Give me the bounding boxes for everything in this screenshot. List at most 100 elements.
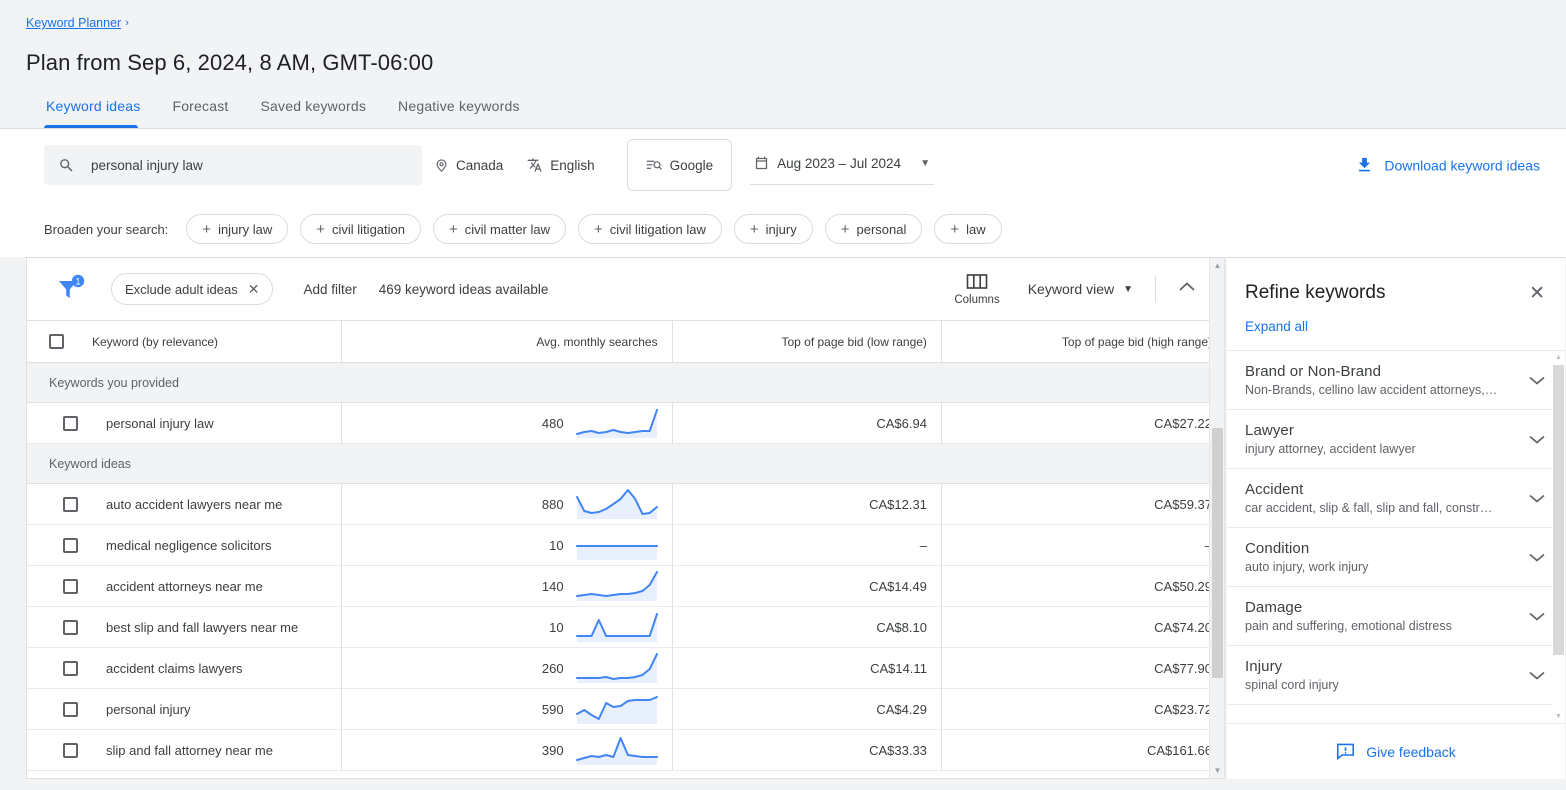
scroll-down-arrow-icon[interactable]: ▼ — [1552, 710, 1565, 723]
row-checkbox[interactable] — [63, 702, 78, 717]
tab-bar: Keyword ideas Forecast Saved keywords Ne… — [26, 98, 1566, 128]
row-checkbox[interactable] — [63, 497, 78, 512]
refine-category-injury[interactable]: Injury spinal cord injury — [1227, 646, 1565, 705]
close-icon[interactable]: ✕ — [1527, 282, 1547, 305]
search-input[interactable] — [89, 157, 408, 174]
searches-sparkline — [576, 651, 658, 685]
date-range-label: Aug 2023 – Jul 2024 — [777, 156, 901, 171]
breadcrumb-chevron-icon: › — [125, 17, 129, 29]
cell-bid-low: CA$14.49 — [672, 566, 941, 607]
scrollbar-thumb[interactable] — [1212, 428, 1223, 678]
table-row[interactable]: personal injury law 480 CA$6.94 CA$27.22 — [27, 403, 1225, 444]
plus-icon: + — [750, 222, 759, 237]
row-checkbox[interactable] — [63, 661, 78, 676]
searches-sparkline — [576, 610, 658, 644]
keyword-text: medical negligence solicitors — [106, 538, 271, 553]
keyword-view-selector[interactable]: Keyword view ▼ — [1012, 281, 1149, 297]
download-keyword-ideas-button[interactable]: Download keyword ideas — [1355, 156, 1540, 175]
table-row[interactable]: slip and fall attorney near me 390 CA$33… — [27, 730, 1225, 771]
avg-searches-value: 140 — [542, 579, 564, 594]
broaden-chip-law[interactable]: +law — [934, 214, 1001, 244]
chevron-down-icon[interactable] — [1527, 374, 1547, 386]
refine-vertical-scrollbar[interactable]: ▲ ▼ — [1552, 351, 1565, 723]
keyword-search-box[interactable] — [44, 145, 422, 185]
collapse-panel-button[interactable] — [1162, 280, 1212, 298]
page-title: Plan from Sep 6, 2024, 8 AM, GMT-06:00 — [26, 50, 1566, 76]
columns-icon — [966, 273, 988, 291]
table-row[interactable]: accident attorneys near me 140 CA$14.49 … — [27, 566, 1225, 607]
scrollbar-thumb[interactable] — [1553, 365, 1564, 655]
chevron-down-icon[interactable] — [1527, 669, 1547, 681]
cell-bid-low: CA$6.94 — [672, 403, 941, 444]
cell-bid-high: CA$77.90 — [941, 648, 1225, 689]
broaden-search-row: Broaden your search: +injury law +civil … — [0, 201, 1566, 257]
table-vertical-scrollbar[interactable]: ▲ ▼ — [1209, 258, 1224, 778]
keyword-text: personal injury law — [106, 416, 214, 431]
give-feedback-button[interactable]: Give feedback — [1227, 723, 1565, 779]
location-selector[interactable]: Canada — [422, 145, 515, 185]
chevron-down-icon: ▼ — [920, 158, 930, 169]
table-row[interactable]: accident claims lawyers 260 CA$14.11 CA$… — [27, 648, 1225, 689]
search-network-icon — [646, 158, 663, 173]
row-checkbox[interactable] — [63, 538, 78, 553]
group-header-row: Keyword ideas — [27, 444, 1225, 484]
refine-category-lawyer[interactable]: Lawyer injury attorney, accident lawyer — [1227, 410, 1565, 469]
cell-keyword: personal injury law — [27, 403, 342, 444]
cell-avg-searches: 260 — [342, 648, 672, 689]
scroll-up-arrow-icon[interactable]: ▲ — [1210, 258, 1225, 273]
chevron-down-icon[interactable] — [1527, 610, 1547, 622]
language-selector[interactable]: English — [515, 145, 606, 185]
expand-all-link[interactable]: Expand all — [1227, 305, 1565, 350]
select-all-checkbox[interactable] — [49, 334, 64, 349]
col-header-keyword: Keyword (by relevance) — [27, 321, 342, 363]
broaden-chip-personal[interactable]: +personal — [825, 214, 923, 244]
plus-icon: + — [841, 222, 850, 237]
scroll-up-arrow-icon[interactable]: ▲ — [1552, 351, 1565, 364]
broaden-chip-civil-matter-law[interactable]: +civil matter law — [433, 214, 566, 244]
broaden-chip-injury-law[interactable]: +injury law — [186, 214, 288, 244]
remove-filter-icon[interactable]: ✕ — [248, 282, 260, 296]
refine-category-brand-or-non-brand[interactable]: Brand or Non-Brand Non-Brands, cellino l… — [1227, 351, 1565, 410]
table-row[interactable]: best slip and fall lawyers near me 10 CA… — [27, 607, 1225, 648]
row-checkbox[interactable] — [63, 416, 78, 431]
cell-bid-low: CA$4.29 — [672, 689, 941, 730]
columns-button[interactable]: Columns — [942, 273, 1011, 306]
broaden-chip-civil-litigation[interactable]: +civil litigation — [300, 214, 421, 244]
chevron-down-icon[interactable] — [1527, 551, 1547, 563]
network-selector[interactable]: Google — [627, 139, 733, 191]
category-subtitle: injury attorney, accident lawyer — [1245, 442, 1517, 456]
row-checkbox[interactable] — [63, 743, 78, 758]
keyword-text: personal injury — [106, 702, 191, 717]
active-filter-chip[interactable]: Exclude adult ideas ✕ — [111, 273, 273, 305]
tab-negative-keywords[interactable]: Negative keywords — [382, 98, 536, 128]
refine-category-condition[interactable]: Condition auto injury, work injury — [1227, 528, 1565, 587]
breadcrumb-keyword-planner-link[interactable]: Keyword Planner — [26, 16, 121, 30]
category-subtitle: Non-Brands, cellino law accident attorne… — [1245, 383, 1517, 397]
tab-keyword-ideas[interactable]: Keyword ideas — [26, 98, 156, 128]
tab-saved-keywords[interactable]: Saved keywords — [245, 98, 383, 128]
chevron-down-icon[interactable] — [1527, 433, 1547, 445]
col-header-avg-monthly-searches: Avg. monthly searches — [342, 321, 672, 363]
chevron-down-icon[interactable] — [1527, 492, 1547, 504]
category-subtitle: car accident, slip & fall, slip and fall… — [1245, 501, 1517, 515]
broaden-chip-injury[interactable]: +injury — [734, 214, 813, 244]
table-row[interactable]: medical negligence solicitors 10 – – — [27, 525, 1225, 566]
filter-funnel-icon[interactable]: 1 — [53, 274, 87, 304]
refine-category-accident[interactable]: Accident car accident, slip & fall, slip… — [1227, 469, 1565, 528]
add-filter-button[interactable]: Add filter — [303, 282, 356, 297]
content-area: 1 Exclude adult ideas ✕ Add filter 469 k… — [0, 257, 1566, 779]
date-range-selector[interactable]: Aug 2023 – Jul 2024 ▼ — [750, 145, 934, 185]
scroll-down-arrow-icon[interactable]: ▼ — [1210, 763, 1225, 778]
row-checkbox[interactable] — [63, 579, 78, 594]
cell-avg-searches: 10 — [342, 607, 672, 648]
refine-category-damage[interactable]: Damage pain and suffering, emotional dis… — [1227, 587, 1565, 646]
tab-forecast[interactable]: Forecast — [156, 98, 244, 128]
avg-searches-value: 880 — [542, 497, 564, 512]
searches-sparkline — [576, 692, 658, 726]
table-row[interactable]: personal injury 590 CA$4.29 CA$23.72 — [27, 689, 1225, 730]
plus-icon: + — [594, 222, 603, 237]
table-row[interactable]: auto accident lawyers near me 880 CA$12.… — [27, 484, 1225, 525]
row-checkbox[interactable] — [63, 620, 78, 635]
broaden-chip-civil-litigation-law[interactable]: +civil litigation law — [578, 214, 722, 244]
calendar-icon — [754, 156, 769, 171]
